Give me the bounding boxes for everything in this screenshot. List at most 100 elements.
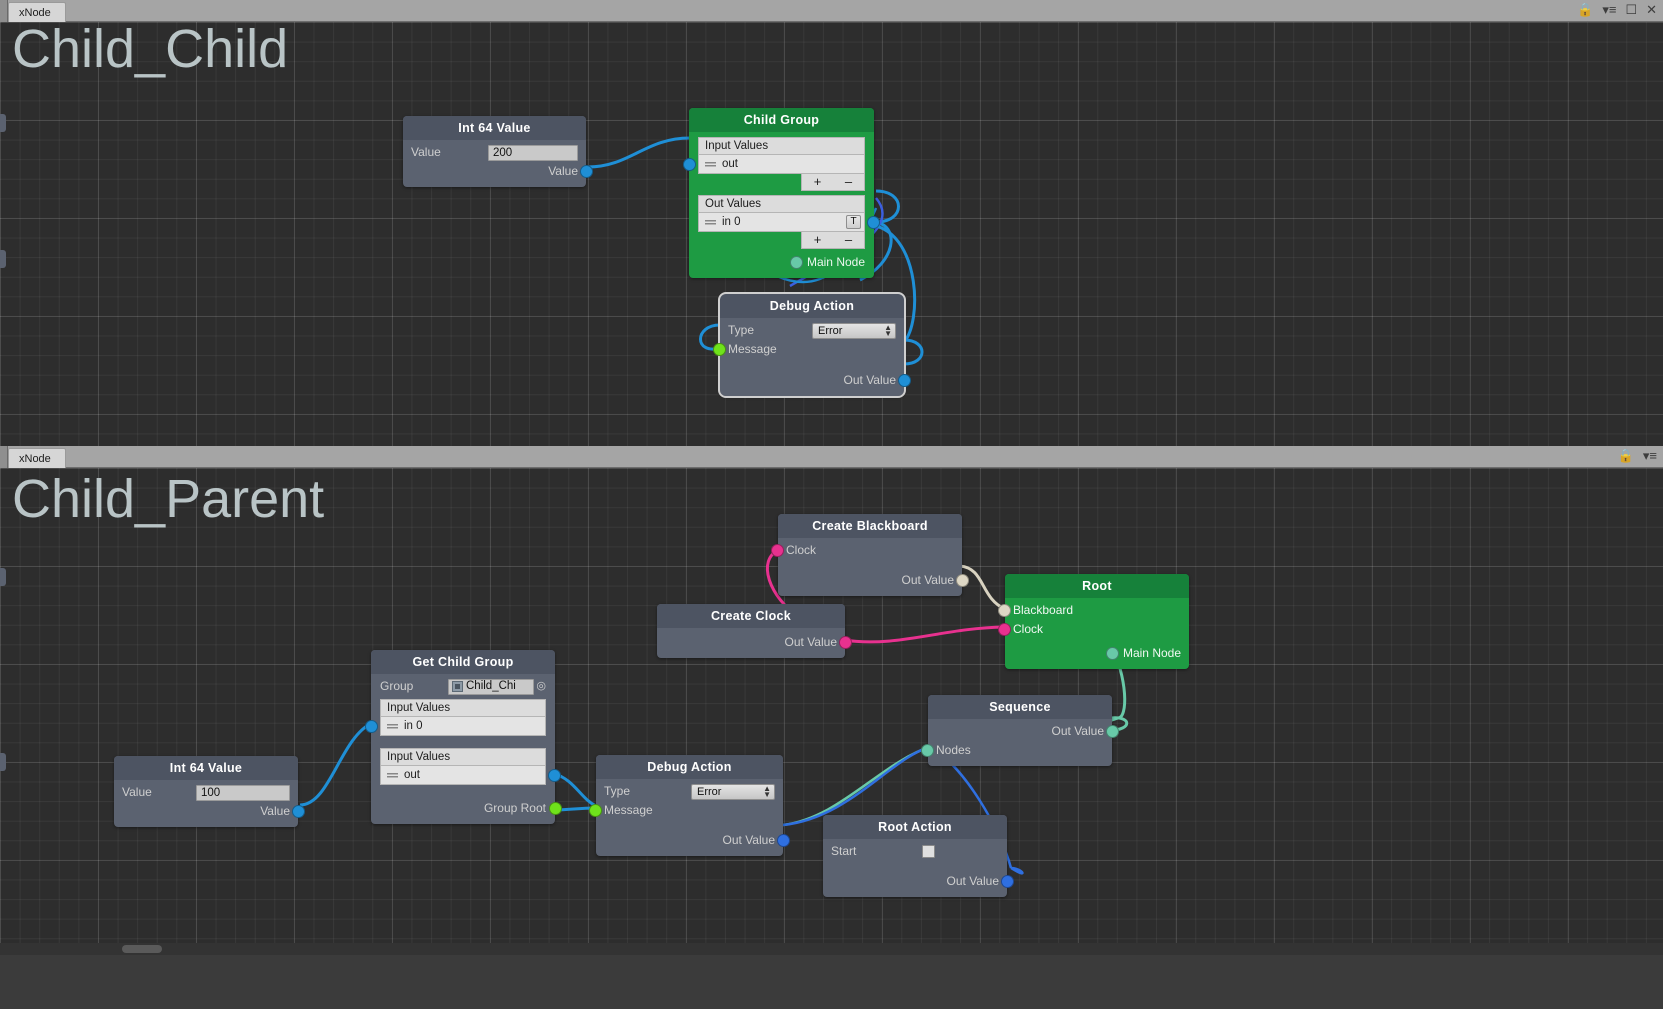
blackboard-row: Blackboard (998, 601, 1189, 620)
node-get-child-group[interactable]: Get Child Group Group Child_Chi ◎ Input … (365, 650, 562, 824)
node-create-blackboard[interactable]: Create Blackboard Clock Out Value (771, 514, 969, 596)
chevron-updown-icon: ▲ ▼ (763, 783, 771, 799)
list-item[interactable]: in 0 (365, 717, 546, 736)
close-icon[interactable]: ✕ (1646, 3, 1657, 17)
node-int64-value-top[interactable]: Int 64 Value Value 200 Value (403, 116, 593, 187)
node-root[interactable]: Root Blackboard Clock Main Node (998, 574, 1189, 669)
start-checkbox[interactable] (922, 845, 935, 858)
type-row: Type Error ▲ ▼ (596, 782, 783, 801)
blackboard-label: Blackboard (1013, 603, 1074, 617)
section-header: Input Values (380, 748, 546, 766)
port-out-value[interactable] (1001, 875, 1014, 888)
list-item[interactable]: in 0 T (698, 213, 880, 232)
scrollbar-thumb[interactable] (122, 945, 162, 953)
graph-panel-child-child[interactable]: Child_Child Int 64 Value Value 200 Value… (0, 22, 1663, 446)
drag-handle-icon[interactable] (705, 160, 716, 168)
type-dropdown[interactable]: Error ▲ ▼ (691, 783, 775, 800)
port-clock[interactable] (998, 623, 1011, 636)
select-object-icon[interactable]: ◎ (534, 677, 546, 696)
tab-xnode-top[interactable]: xNode (8, 2, 66, 22)
list-item-label: out (722, 158, 738, 170)
start-row: Start (823, 842, 1007, 861)
list-item[interactable]: out (683, 155, 865, 174)
port-out[interactable] (548, 769, 561, 782)
out-value-label: Out Value (843, 373, 896, 387)
port-in0[interactable] (365, 720, 378, 733)
node-title: Debug Action (720, 294, 904, 318)
message-row: Message (713, 340, 904, 359)
port-clock[interactable] (771, 544, 784, 557)
type-dropdown-value: Error (818, 324, 843, 337)
out-value-row: Value (114, 802, 305, 821)
add-button[interactable]: + (802, 174, 833, 190)
lock-icon[interactable]: 🔒 (1577, 3, 1593, 17)
offscreen-node-stub (0, 114, 6, 132)
value-row: Value 100 (114, 783, 298, 802)
port-out-value[interactable] (292, 805, 305, 818)
value-input[interactable]: 100 (196, 784, 290, 801)
tab-xnode-bottom[interactable]: xNode (8, 448, 66, 468)
lock-icon[interactable]: 🔒 (1618, 449, 1634, 463)
out-value-row: Out Value (823, 872, 1014, 891)
port-out-in0[interactable] (867, 216, 880, 229)
clock-label: Clock (786, 543, 817, 557)
node-title: Root Action (823, 815, 1007, 839)
node-title: Int 64 Value (403, 116, 586, 140)
node-root-action[interactable]: Root Action Start Out Value (823, 815, 1014, 897)
list-add-remove[interactable]: + – (801, 232, 865, 249)
list-add-remove[interactable]: + – (801, 174, 865, 191)
port-blackboard[interactable] (998, 604, 1011, 617)
out-value-row: Out Value (720, 371, 911, 390)
section-input-values: Input Values out + – (683, 137, 865, 191)
drag-handle-icon[interactable] (387, 722, 398, 730)
horizontal-scrollbar[interactable] (0, 943, 1663, 955)
message-label: Message (604, 803, 653, 817)
node-sequence[interactable]: Sequence Out Value Nodes (921, 695, 1119, 766)
port-main-node[interactable] (789, 256, 803, 269)
maximize-icon[interactable]: ☐ (1625, 3, 1637, 17)
menu-icon[interactable]: ▾≡ (1643, 449, 1657, 463)
drag-handle-icon[interactable] (705, 218, 716, 226)
port-nodes[interactable] (921, 744, 934, 757)
main-node-row: Main Node (698, 253, 865, 272)
node-int64-value-bottom[interactable]: Int 64 Value Value 100 Value (114, 756, 305, 827)
port-group-root[interactable] (549, 802, 562, 815)
value-input[interactable]: 200 (488, 144, 578, 161)
object-icon (452, 681, 463, 692)
section-input-values-2: Input Values out (380, 748, 561, 785)
type-label: Type (604, 784, 631, 798)
port-out-value[interactable] (839, 636, 852, 649)
remove-button[interactable]: – (833, 232, 864, 248)
group-label: Group (380, 679, 414, 693)
menu-icon[interactable]: ▾≡ (1602, 3, 1616, 17)
node-title: Debug Action (596, 755, 783, 779)
port-out-value[interactable] (1106, 725, 1119, 738)
out-value-label: Out Value (901, 573, 954, 587)
message-label: Message (728, 342, 777, 356)
main-node-label: Main Node (806, 255, 865, 269)
port-out-value[interactable] (580, 165, 593, 178)
port-message[interactable] (589, 804, 602, 817)
drag-handle-icon[interactable] (387, 771, 398, 779)
port-out-value[interactable] (777, 834, 790, 847)
node-create-clock[interactable]: Create Clock Out Value (657, 604, 852, 658)
type-dropdown[interactable]: Error ▲ ▼ (812, 322, 896, 339)
top-window-bar: xNode 🔒 ▾≡ ☐ ✕ (0, 0, 1663, 22)
port-out-value[interactable] (956, 574, 969, 587)
out-value-row: Out Value (657, 633, 852, 652)
type-button[interactable]: T (846, 215, 861, 229)
node-debug-action-top[interactable]: Debug Action Type Error ▲ ▼ Message Out V… (713, 292, 911, 398)
port-input-out[interactable] (683, 158, 696, 171)
port-out-value[interactable] (898, 374, 911, 387)
remove-button[interactable]: – (833, 174, 864, 190)
nodes-row: Nodes (921, 741, 1112, 760)
port-message[interactable] (713, 343, 726, 356)
group-object-field[interactable]: Child_Chi (448, 678, 534, 695)
node-child-group[interactable]: Child Group Input Values out + – Out Val… (683, 108, 880, 278)
list-item[interactable]: out (380, 766, 561, 785)
add-button[interactable]: + (802, 232, 833, 248)
node-debug-action-bottom[interactable]: Debug Action Type Error ▲ ▼ Message Out V… (589, 755, 790, 856)
graph-panel-child-parent[interactable]: Child_Parent Int 64 Value Value 100 Valu… (0, 468, 1663, 943)
node-title: Root (1005, 574, 1189, 598)
port-main-node[interactable] (1105, 647, 1119, 660)
